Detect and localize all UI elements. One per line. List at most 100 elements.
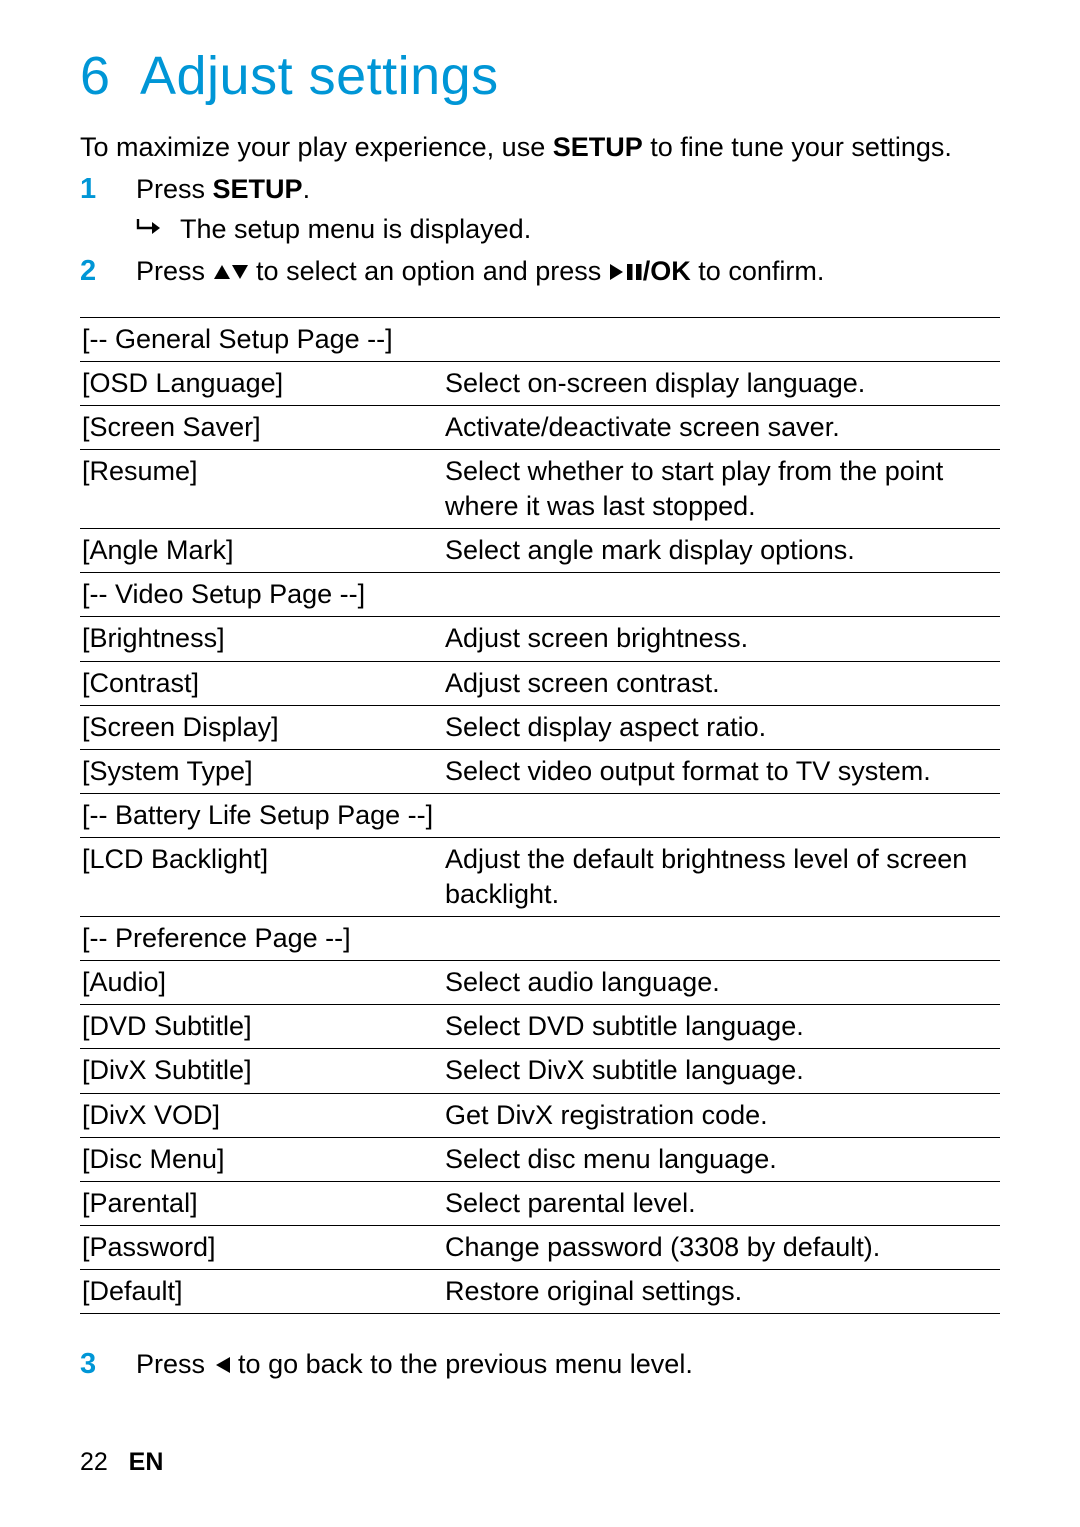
- intro-part: to fine tune your settings.: [643, 132, 952, 162]
- step-body: Press SETUP. The setup menu is displayed…: [136, 171, 1000, 249]
- step-1: 1 Press SETUP. The setup menu is display…: [80, 171, 1000, 249]
- up-down-icon: [213, 255, 249, 293]
- setting-name: [Resume]: [80, 450, 443, 529]
- setting-description: Select DivX subtitle language.: [443, 1049, 1000, 1093]
- table-row: [Screen Saver]Activate/deactivate screen…: [80, 406, 1000, 450]
- table-row: [System Type]Select video output format …: [80, 749, 1000, 793]
- setting-description: Adjust screen brightness.: [443, 617, 1000, 661]
- setting-name: [LCD Backlight]: [80, 837, 443, 916]
- table-row: [-- Video Setup Page --]: [80, 573, 1000, 617]
- table-row: [OSD Language]Select on-screen display l…: [80, 361, 1000, 405]
- table-row: [DivX Subtitle]Select DivX subtitle lang…: [80, 1049, 1000, 1093]
- setting-name: [DivX Subtitle]: [80, 1049, 443, 1093]
- setting-description: Select angle mark display options.: [443, 529, 1000, 573]
- table-row: [Contrast]Adjust screen contrast.: [80, 661, 1000, 705]
- setting-name: [Contrast]: [80, 661, 443, 705]
- setting-name: [System Type]: [80, 749, 443, 793]
- ok-key: /OK: [643, 256, 691, 286]
- setting-name: [Parental]: [80, 1181, 443, 1225]
- result-arrow-icon: [136, 211, 180, 238]
- setting-description: Change password (3308 by default).: [443, 1225, 1000, 1269]
- section-title: Adjust settings: [140, 46, 499, 106]
- page-number: 22: [80, 1448, 108, 1476]
- step-number: 1: [80, 171, 136, 209]
- text: to confirm.: [691, 256, 825, 286]
- setting-description: Restore original settings.: [443, 1269, 1000, 1313]
- table-row: [Screen Display]Select display aspect ra…: [80, 705, 1000, 749]
- steps-list: 1 Press SETUP. The setup menu is display…: [80, 171, 1000, 292]
- table-row: [LCD Backlight]Adjust the default bright…: [80, 837, 1000, 916]
- table-row: [-- Preference Page --]: [80, 917, 1000, 961]
- setting-description: Adjust the default brightness level of s…: [443, 837, 1000, 916]
- setting-name: [Screen Saver]: [80, 406, 443, 450]
- table-row: [Resume]Select whether to start play fro…: [80, 450, 1000, 529]
- text: Press: [136, 256, 213, 286]
- setting-description: Select audio language.: [443, 961, 1000, 1005]
- settings-tbody: [-- General Setup Page --][OSD Language]…: [80, 317, 1000, 1313]
- table-row: [Disc Menu]Select disc menu language.: [80, 1137, 1000, 1181]
- intro-part: To maximize your play experience, use: [80, 132, 553, 162]
- setting-name: [Default]: [80, 1269, 443, 1313]
- setting-description: Select video output format to TV system.: [443, 749, 1000, 793]
- step-number: 2: [80, 253, 136, 291]
- setting-description: Select whether to start play from the po…: [443, 450, 1000, 529]
- setting-name: [Audio]: [80, 961, 443, 1005]
- setting-name: [-- Video Setup Page --]: [80, 573, 443, 617]
- section-number: 6: [80, 45, 140, 107]
- setting-description: Select parental level.: [443, 1181, 1000, 1225]
- setting-name: [-- General Setup Page --]: [80, 317, 443, 361]
- manual-page: 6Adjust settings To maximize your play e…: [0, 0, 1080, 1527]
- step-number: 3: [80, 1346, 136, 1384]
- step-body: Press to go back to the previous menu le…: [136, 1346, 1000, 1386]
- setup-key: SETUP: [213, 174, 303, 204]
- setting-description: Select DVD subtitle language.: [443, 1005, 1000, 1049]
- page-footer: 22 EN: [80, 1448, 163, 1477]
- setting-name: [-- Battery Life Setup Page --]: [80, 793, 443, 837]
- text: Press: [136, 1349, 213, 1379]
- table-row: [Password]Change password (3308 by defau…: [80, 1225, 1000, 1269]
- step-result: The setup menu is displayed.: [136, 211, 1000, 249]
- setting-name: [Password]: [80, 1225, 443, 1269]
- table-row: [Parental]Select parental level.: [80, 1181, 1000, 1225]
- setting-name: [DivX VOD]: [80, 1093, 443, 1137]
- intro-text: To maximize your play experience, use SE…: [80, 129, 1000, 165]
- setting-name: [Brightness]: [80, 617, 443, 661]
- text: .: [303, 174, 311, 204]
- table-row: [Default]Restore original settings.: [80, 1269, 1000, 1313]
- text: Press: [136, 174, 213, 204]
- setting-name: [DVD Subtitle]: [80, 1005, 443, 1049]
- setting-description: [443, 917, 1000, 961]
- section-heading: 6Adjust settings: [80, 45, 1000, 107]
- table-row: [Angle Mark]Select angle mark display op…: [80, 529, 1000, 573]
- setting-name: [-- Preference Page --]: [80, 917, 443, 961]
- step-2: 2 Press to select an option and press /O…: [80, 253, 1000, 293]
- setting-name: [OSD Language]: [80, 361, 443, 405]
- table-row: [DivX VOD]Get DivX registration code.: [80, 1093, 1000, 1137]
- intro-setup-key: SETUP: [553, 132, 643, 162]
- table-row: [Audio]Select audio language.: [80, 961, 1000, 1005]
- result-text: The setup menu is displayed.: [180, 211, 531, 249]
- setting-description: Select on-screen display language.: [443, 361, 1000, 405]
- table-row: [-- General Setup Page --]: [80, 317, 1000, 361]
- setting-name: [Angle Mark]: [80, 529, 443, 573]
- step-body: Press to select an option and press /OK …: [136, 253, 1000, 293]
- setting-description: Adjust screen contrast.: [443, 661, 1000, 705]
- setting-name: [Disc Menu]: [80, 1137, 443, 1181]
- table-row: [DVD Subtitle]Select DVD subtitle langua…: [80, 1005, 1000, 1049]
- steps-list-after: 3 Press to go back to the previous menu …: [80, 1346, 1000, 1386]
- setting-description: Activate/deactivate screen saver.: [443, 406, 1000, 450]
- setting-description: [443, 317, 1000, 361]
- table-row: [-- Battery Life Setup Page --]: [80, 793, 1000, 837]
- setting-name: [Screen Display]: [80, 705, 443, 749]
- table-row: [Brightness]Adjust screen brightness.: [80, 617, 1000, 661]
- text: to go back to the previous menu level.: [238, 1349, 693, 1379]
- setting-description: [443, 793, 1000, 837]
- settings-table: [-- General Setup Page --][OSD Language]…: [80, 317, 1000, 1314]
- setting-description: Select display aspect ratio.: [443, 705, 1000, 749]
- left-icon: [213, 1348, 231, 1386]
- text: to select an option and press: [256, 256, 609, 286]
- setting-description: Select disc menu language.: [443, 1137, 1000, 1181]
- setting-description: Get DivX registration code.: [443, 1093, 1000, 1137]
- page-language: EN: [129, 1448, 164, 1476]
- step-3: 3 Press to go back to the previous menu …: [80, 1346, 1000, 1386]
